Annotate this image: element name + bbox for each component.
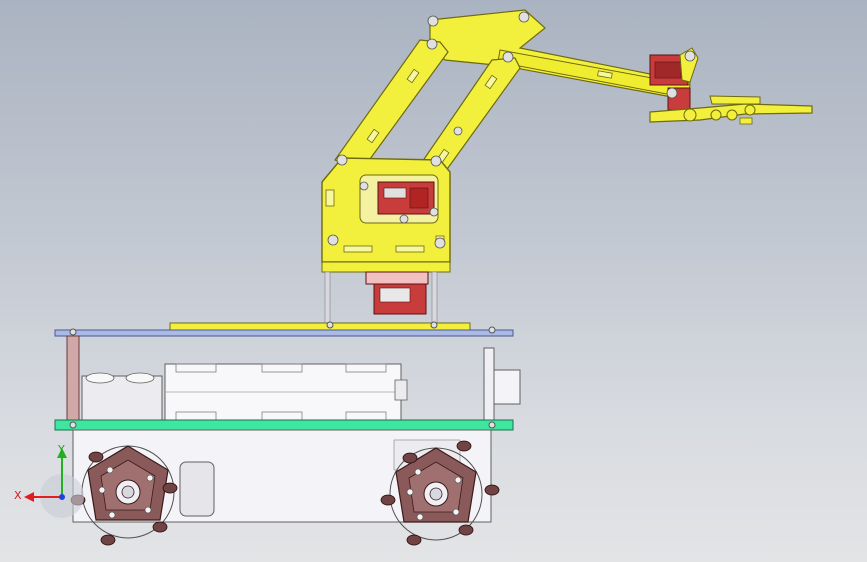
cad-viewport[interactable]: Y X — [0, 0, 867, 562]
x-axis-label: X — [14, 489, 22, 502]
battery-holder — [81, 363, 408, 421]
forward-arm — [419, 57, 521, 173]
ultrasonic-sensor — [483, 347, 521, 421]
base-servo — [365, 271, 429, 315]
left-standoff — [66, 335, 80, 421]
z-axis-icon — [59, 494, 65, 500]
bottom-plate — [54, 419, 514, 431]
robot-arm-car-model: Y X — [14, 9, 813, 546]
car-chassis — [54, 321, 521, 546]
top-plate — [54, 321, 514, 337]
robot-arm — [321, 9, 813, 325]
y-axis-label: Y — [57, 443, 65, 456]
